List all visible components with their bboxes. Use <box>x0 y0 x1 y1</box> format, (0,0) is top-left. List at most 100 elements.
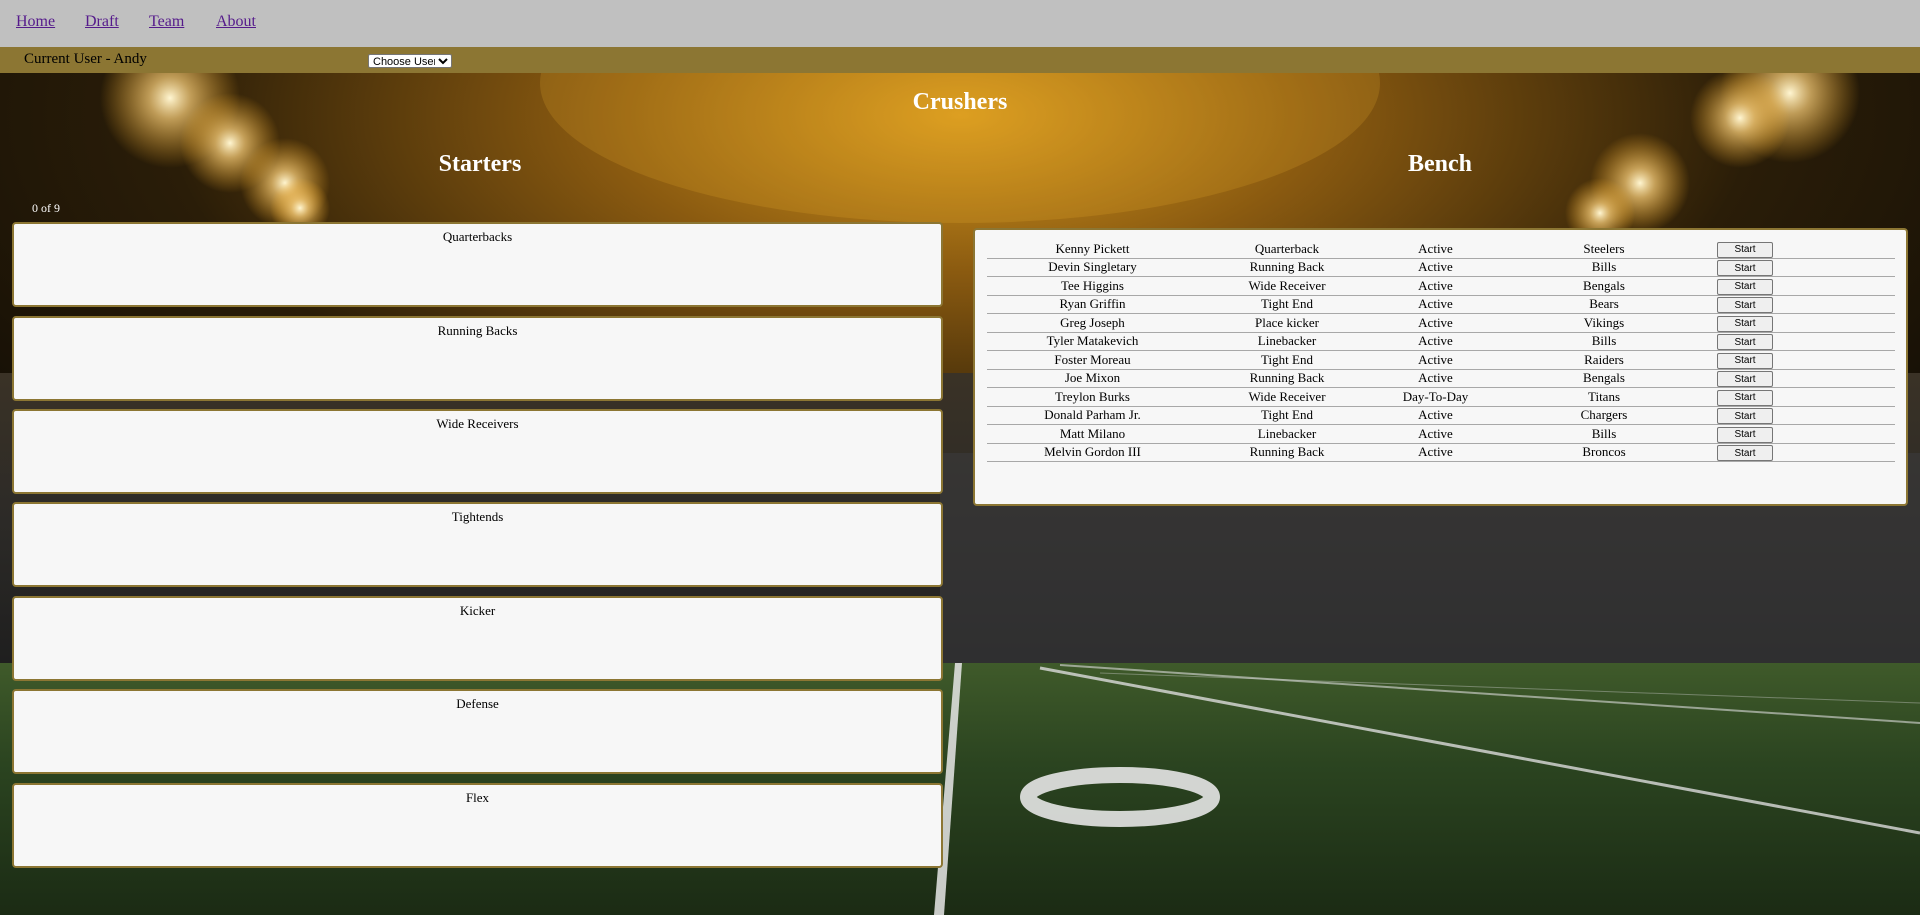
start-button[interactable]: Start <box>1717 445 1773 461</box>
player-team: Bills <box>1495 332 1713 351</box>
bench-row: Foster Moreau Tight End Active Raiders Start <box>987 350 1895 370</box>
nav-about-link[interactable]: About <box>216 13 256 31</box>
player-position: Quarterback <box>1198 240 1376 259</box>
player-name: Tyler Matakevich <box>987 332 1198 351</box>
player-status: Active <box>1376 443 1495 462</box>
start-cell: Start <box>1713 332 1895 351</box>
player-status: Active <box>1376 240 1495 259</box>
start-cell: Start <box>1713 276 1895 296</box>
bench-heading: Bench <box>1407 151 1472 177</box>
start-cell: Start <box>1713 424 1895 444</box>
slot-tightends[interactable]: Tightends <box>12 502 943 587</box>
current-user-label: Current User - Andy <box>24 51 147 67</box>
start-cell: Start <box>1713 258 1895 277</box>
choose-user-select[interactable]: Choose User <box>368 54 452 68</box>
player-position: Wide Receiver <box>1198 387 1376 407</box>
start-button[interactable]: Start <box>1717 297 1773 313</box>
bench-table-body: Kenny Pickett Quarterback Active Steelers St… <box>987 240 1895 462</box>
bench-row: Ryan Griffin Tight End Active Bears Start <box>987 295 1895 314</box>
player-name: Donald Parham Jr. <box>987 406 1198 425</box>
bench-panel: Kenny Pickett Quarterback Active Steelers St… <box>973 228 1908 506</box>
start-button[interactable]: Start <box>1717 260 1773 276</box>
player-status: Active <box>1376 350 1495 370</box>
player-name: Greg Joseph <box>987 313 1198 333</box>
bench-row: Kenny Pickett Quarterback Active Steelers St… <box>987 240 1895 259</box>
player-position: Tight End <box>1198 406 1376 425</box>
player-status: Active <box>1376 313 1495 333</box>
start-button[interactable]: Start <box>1717 389 1773 406</box>
start-cell: Start <box>1713 295 1895 314</box>
player-name: Devin Singletary <box>987 258 1198 277</box>
player-team: Chargers <box>1495 406 1713 425</box>
player-team: Bills <box>1495 258 1713 277</box>
player-name: Kenny Pickett <box>987 240 1198 259</box>
player-position: Tight End <box>1198 295 1376 314</box>
nav-draft-link[interactable]: Draft <box>85 13 119 31</box>
start-cell: Start <box>1713 387 1895 407</box>
bench-row: Joe Mixon Running Back Active Bengals Start <box>987 369 1895 388</box>
slot-kicker[interactable]: Kicker <box>12 596 943 681</box>
slot-label: Defense <box>456 696 499 711</box>
nav-home-link[interactable]: Home <box>16 13 55 31</box>
start-cell: Start <box>1713 350 1895 370</box>
slot-defense[interactable]: Defense <box>12 689 943 774</box>
player-status: Active <box>1376 295 1495 314</box>
bench-row: Treylon Burks Wide Receiver Day-To-Day Tita… <box>987 387 1895 407</box>
slot-wide-receivers[interactable]: Wide Receivers <box>12 409 943 494</box>
player-team: Vikings <box>1495 313 1713 333</box>
slot-label: Wide Receivers <box>436 416 519 431</box>
start-cell: Start <box>1713 313 1895 333</box>
team-name-heading: Crushers <box>912 89 1008 115</box>
start-button[interactable]: Start <box>1717 408 1773 424</box>
slot-flex[interactable]: Flex <box>12 783 943 868</box>
player-status: Active <box>1376 258 1495 277</box>
bench-table: Kenny Pickett Quarterback Active Steelers St… <box>987 240 1895 462</box>
player-status: Day-To-Day <box>1376 387 1495 407</box>
bench-row: Tee Higgins Wide Receiver Active Bengals Sta… <box>987 276 1895 296</box>
starters-heading: Starters <box>438 151 522 177</box>
slot-label: Flex <box>465 790 490 805</box>
start-button[interactable]: Start <box>1717 334 1773 350</box>
start-button[interactable]: Start <box>1717 241 1773 258</box>
player-team: Bengals <box>1495 276 1713 296</box>
player-position: Wide Receiver <box>1198 276 1376 296</box>
slot-running-backs[interactable]: Running Backs <box>12 316 943 401</box>
start-cell: Start <box>1713 369 1895 388</box>
player-position: Tight End <box>1198 350 1376 370</box>
start-cell: Start <box>1713 240 1895 259</box>
start-cell: Start <box>1713 406 1895 425</box>
start-button[interactable]: Start <box>1717 352 1773 369</box>
slot-label: Kicker <box>459 603 496 618</box>
bench-row: Melvin Gordon III Running Back Active Bronc… <box>987 443 1895 462</box>
user-bar: Current User - Andy Choose User <box>0 47 1920 73</box>
start-button[interactable]: Start <box>1717 315 1773 332</box>
start-cell: Start <box>1713 443 1895 462</box>
player-status: Active <box>1376 276 1495 296</box>
start-button[interactable]: Start <box>1717 426 1773 443</box>
bench-row: Greg Joseph Place kicker Active Vikings Star… <box>987 313 1895 333</box>
bench-row: Devin Singletary Running Back Active Bills S… <box>987 258 1895 277</box>
slot-quarterbacks[interactable]: Quarterbacks <box>12 222 943 307</box>
player-name: Tee Higgins <box>987 276 1198 296</box>
bench-row: Matt Milano Linebacker Active Bills Start <box>987 424 1895 444</box>
player-team: Bears <box>1495 295 1713 314</box>
slot-label: Quarterbacks <box>442 229 513 244</box>
player-name: Treylon Burks <box>987 387 1198 407</box>
player-name: Joe Mixon <box>987 369 1198 388</box>
player-status: Active <box>1376 332 1495 351</box>
top-nav: Home Draft Team About <box>0 0 1920 47</box>
starters-count: 0 of 9 <box>32 201 60 215</box>
start-button[interactable]: Start <box>1717 371 1773 387</box>
player-team: Broncos <box>1495 443 1713 462</box>
player-position: Linebacker <box>1198 332 1376 351</box>
player-name: Foster Moreau <box>987 350 1198 370</box>
player-team: Bengals <box>1495 369 1713 388</box>
player-status: Active <box>1376 369 1495 388</box>
player-position: Place kicker <box>1198 313 1376 333</box>
start-button[interactable]: Start <box>1717 278 1773 295</box>
player-team: Bills <box>1495 424 1713 444</box>
player-name: Matt Milano <box>987 424 1198 444</box>
nav-team-link[interactable]: Team <box>149 13 184 31</box>
player-position: Running Back <box>1198 443 1376 462</box>
player-name: Ryan Griffin <box>987 295 1198 314</box>
